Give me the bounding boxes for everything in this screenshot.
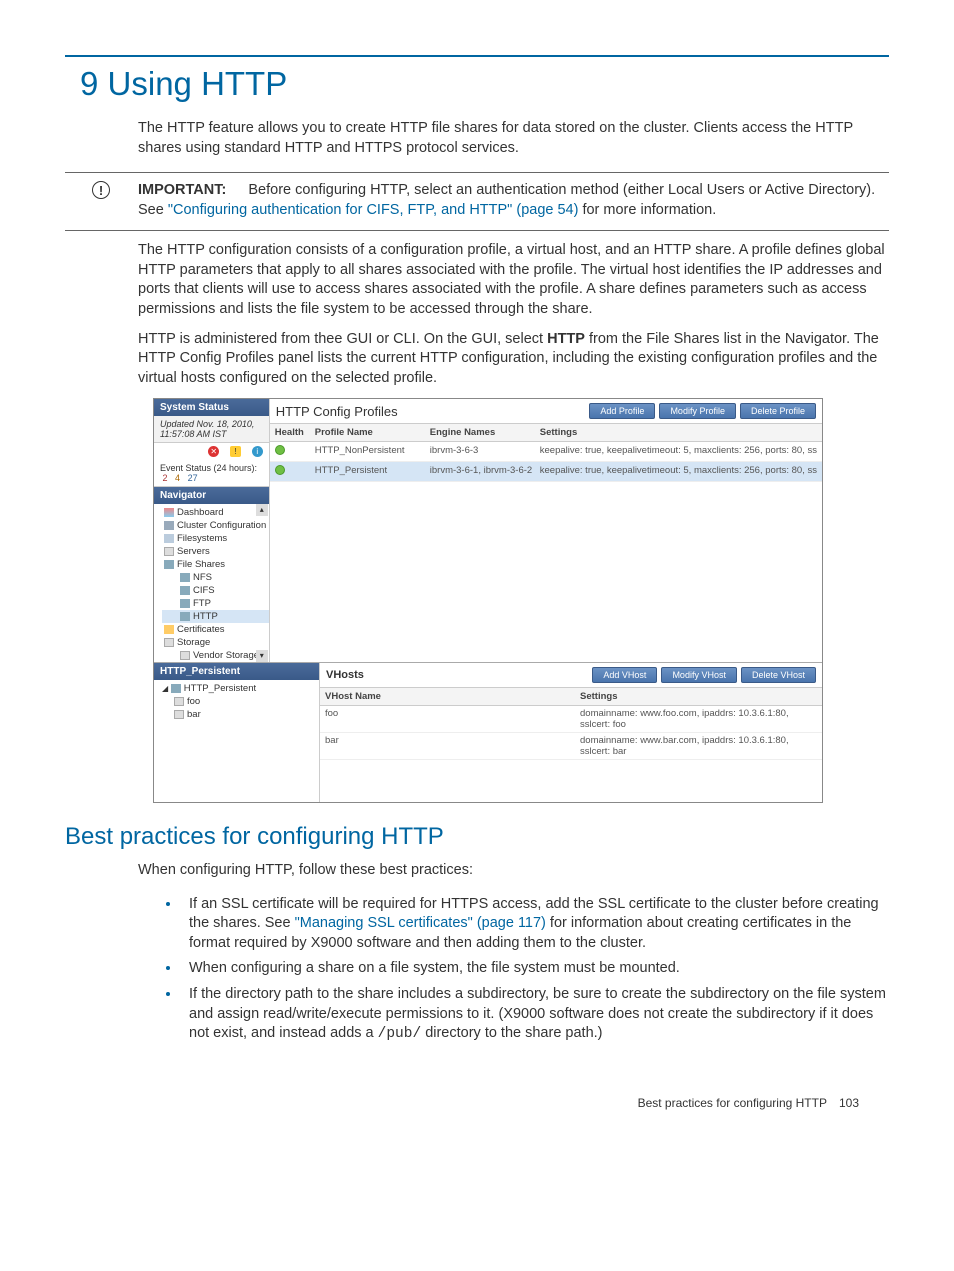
vhost-row[interactable]: bar domainname: www.bar.com, ipaddrs: 10… (320, 733, 822, 760)
nav-servers[interactable]: Servers (162, 545, 269, 558)
vhost-name-cell: foo (320, 706, 575, 732)
code-path: /pub/ (378, 1026, 422, 1042)
error-icon: ✕ (208, 446, 219, 457)
bullet-text-after: directory to the share path.) (425, 1025, 602, 1041)
nav-dashboard[interactable]: Dashboard (162, 506, 269, 519)
page: 9 Using HTTP The HTTP feature allows you… (0, 0, 954, 1145)
engine-cell: ibrvm-3-6-3 (425, 442, 535, 461)
engine-cell: ibrvm-3-6-1, ibrvm-3-6-2 (425, 462, 535, 481)
top-rule (65, 55, 889, 57)
event-yellow-count: 4 (175, 473, 180, 483)
system-status-updated: Updated Nov. 18, 2010, 11:57:08 AM IST (154, 416, 269, 443)
vhosts-title: VHosts (326, 669, 588, 681)
add-vhost-button[interactable]: Add VHost (592, 667, 657, 683)
admin-text-before: HTTP is administered from thee GUI or CL… (138, 331, 547, 347)
tree-header: HTTP_Persistent (154, 663, 319, 680)
vhost-name-cell: bar (320, 733, 575, 759)
vhost-body-empty (320, 760, 822, 802)
tree-list: ◢ HTTP_Persistent foo bar (154, 680, 319, 755)
delete-profile-button[interactable]: Delete Profile (740, 403, 816, 419)
status-icons: ✕ ! i (154, 443, 269, 460)
best-practices-list: If an SSL certificate will be required f… (157, 895, 889, 1045)
profile-row[interactable]: HTTP_NonPersistent ibrvm-3-6-3 keepalive… (270, 442, 822, 462)
vhosts-grid-header: VHost Name Settings (320, 688, 822, 706)
health-cell (270, 462, 310, 481)
chapter-number: 9 (80, 65, 98, 102)
section-intro: When configuring HTTP, follow these best… (138, 861, 889, 881)
important-label: IMPORTANT: (138, 182, 226, 198)
system-status-header: System Status (154, 399, 269, 416)
profiles-grid-body: HTTP_NonPersistent ibrvm-3-6-3 keepalive… (270, 442, 822, 608)
col-vhost-name[interactable]: VHost Name (320, 688, 575, 705)
settings-cell: keepalive: true, keepalivetimeout: 5, ma… (535, 442, 822, 461)
vhost-row[interactable]: foo domainname: www.foo.com, ipaddrs: 10… (320, 706, 822, 733)
important-callout: ! IMPORTANT: Before configuring HTTP, se… (65, 172, 889, 231)
important-body: IMPORTANT: Before configuring HTTP, sele… (138, 181, 889, 220)
navigator-header: Navigator (154, 487, 269, 504)
event-status-label: Event Status (24 hours): (160, 463, 257, 473)
nav-http[interactable]: HTTP (162, 610, 269, 623)
important-icon: ! (92, 181, 110, 199)
event-status-row: Event Status (24 hours): 2 4 27 (154, 460, 269, 487)
tree-item-bar[interactable]: bar (160, 708, 313, 721)
profile-name-cell: HTTP_NonPersistent (310, 442, 425, 461)
nav-storage[interactable]: Storage (162, 636, 269, 649)
profile-row[interactable]: HTTP_Persistent ibrvm-3-6-1, ibrvm-3-6-2… (270, 462, 822, 482)
col-profile-name[interactable]: Profile Name (310, 424, 425, 441)
important-text-after: for more information. (582, 202, 716, 218)
list-item: When configuring a share on a file syste… (181, 959, 889, 979)
chapter-title: Using HTTP (108, 65, 288, 102)
col-engine-names[interactable]: Engine Names (425, 424, 535, 441)
warning-icon: ! (230, 446, 241, 457)
auth-config-link[interactable]: "Configuring authentication for CIFS, FT… (168, 202, 579, 218)
col-settings[interactable]: Settings (535, 424, 822, 441)
admin-http-bold: HTTP (547, 331, 585, 347)
list-item: If the directory path to the share inclu… (181, 985, 889, 1045)
vhosts-toolbar: VHosts Add VHost Modify VHost Delete VHo… (320, 663, 822, 688)
profiles-toolbar: HTTP Config Profiles Add Profile Modify … (270, 399, 822, 424)
profiles-title: HTTP Config Profiles (276, 404, 586, 419)
page-number: 103 (839, 1096, 859, 1110)
nav-certificates[interactable]: Certificates (162, 623, 269, 636)
col-vhost-settings[interactable]: Settings (575, 688, 822, 705)
tree-item-foo[interactable]: foo (160, 695, 313, 708)
nav-nfs[interactable]: NFS (162, 571, 269, 584)
modify-vhost-button[interactable]: Modify VHost (661, 667, 737, 683)
section-heading: Best practices for configuring HTTP (65, 823, 889, 851)
page-footer: Best practices for configuring HTTP 103 (65, 1051, 889, 1110)
scroll-up-icon[interactable]: ▴ (256, 504, 268, 516)
profiles-grid-header: Health Profile Name Engine Names Setting… (270, 424, 822, 442)
nav-cifs[interactable]: CIFS (162, 584, 269, 597)
modify-profile-button[interactable]: Modify Profile (659, 403, 736, 419)
add-profile-button[interactable]: Add Profile (589, 403, 655, 419)
health-ok-icon (275, 445, 285, 455)
config-paragraph: The HTTP configuration consists of a con… (138, 241, 889, 319)
nav-cluster-config[interactable]: Cluster Configuration (162, 519, 269, 532)
nav-file-shares[interactable]: File Shares (162, 558, 269, 571)
health-cell (270, 442, 310, 461)
nav-vendor-storage[interactable]: Vendor Storage (162, 649, 269, 662)
nav-ftp[interactable]: FTP (162, 597, 269, 610)
event-blue-count: 27 (188, 473, 198, 483)
delete-vhost-button[interactable]: Delete VHost (741, 667, 816, 683)
vhost-settings-cell: domainname: www.bar.com, ipaddrs: 10.3.6… (575, 733, 822, 759)
settings-cell: keepalive: true, keepalivetimeout: 5, ma… (535, 462, 822, 481)
footer-text: Best practices for configuring HTTP (638, 1096, 827, 1110)
navigator-list: ▴ Dashboard Cluster Configuration Filesy… (154, 504, 269, 662)
ssl-cert-link[interactable]: "Managing SSL certificates" (page 117) (295, 915, 546, 931)
health-ok-icon (275, 465, 285, 475)
info-icon: i (252, 446, 263, 457)
list-item: If an SSL certificate will be required f… (181, 895, 889, 954)
nav-filesystems[interactable]: Filesystems (162, 532, 269, 545)
col-health[interactable]: Health (270, 424, 310, 441)
admin-paragraph: HTTP is administered from thee GUI or CL… (138, 330, 889, 389)
gui-screenshot: System Status Updated Nov. 18, 2010, 11:… (153, 398, 823, 803)
chapter-heading: 9 Using HTTP (80, 65, 889, 103)
profile-name-cell: HTTP_Persistent (310, 462, 425, 481)
intro-paragraph: The HTTP feature allows you to create HT… (138, 119, 889, 158)
vhost-settings-cell: domainname: www.foo.com, ipaddrs: 10.3.6… (575, 706, 822, 732)
event-red-count: 2 (163, 473, 168, 483)
tree-root[interactable]: ◢ HTTP_Persistent (160, 682, 313, 695)
scroll-down-icon[interactable]: ▾ (256, 650, 268, 662)
